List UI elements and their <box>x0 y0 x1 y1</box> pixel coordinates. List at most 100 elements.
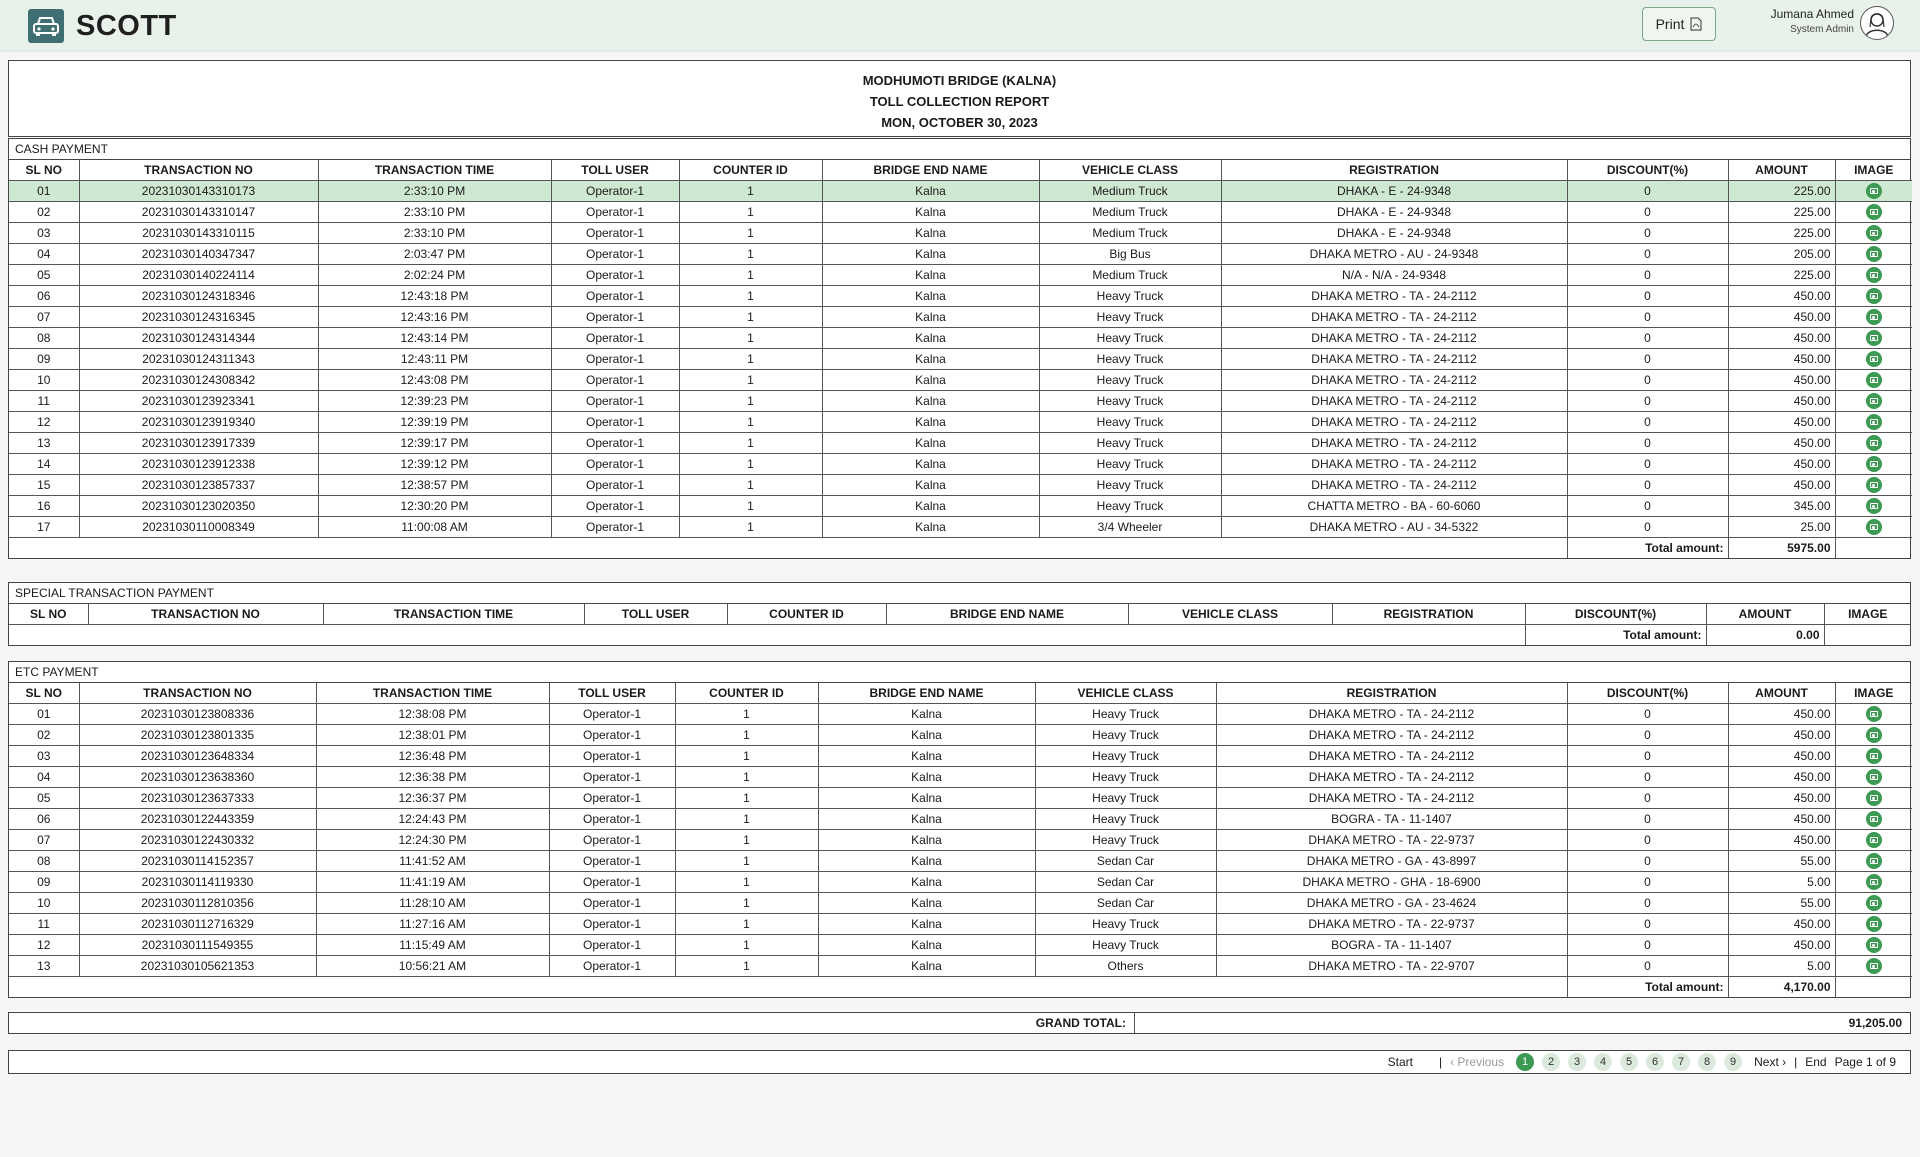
table-row[interactable]: 08 20231030124314344 12:43:14 PM Operator-1… <box>9 327 1912 349</box>
table-row[interactable]: 03 20231030123648334 12:36:48 PM Operator-1… <box>9 745 1912 767</box>
avatar[interactable] <box>1860 6 1894 40</box>
table-cell: 20231030123923341 <box>78 390 319 412</box>
table-row[interactable]: 05 20231030123637333 12:36:37 PM Operator-1… <box>9 787 1912 809</box>
pager-page[interactable]: 3 <box>1568 1053 1587 1071</box>
table-cell: 0 <box>1566 285 1729 307</box>
image-icon[interactable] <box>1865 456 1882 472</box>
table-row[interactable]: 01 20231030123808336 12:38:08 PM Operator-1… <box>9 703 1912 725</box>
pager-page[interactable]: 4 <box>1594 1053 1613 1071</box>
image-icon[interactable] <box>1865 204 1882 220</box>
table-row[interactable]: 13 20231030105621353 10:56:21 AM Operator-1… <box>9 955 1912 977</box>
table-cell: Heavy Truck <box>1038 453 1222 475</box>
image-icon[interactable] <box>1865 937 1882 953</box>
pager-previous[interactable]: ‹ Previous <box>1450 1055 1504 1069</box>
image-icon[interactable] <box>1865 727 1882 743</box>
image-icon[interactable] <box>1865 519 1882 535</box>
table-cell: 1 <box>678 453 823 475</box>
table-cell: Sedan Car <box>1034 892 1217 914</box>
image-icon[interactable] <box>1865 393 1882 409</box>
table-row[interactable]: 07 20231030122430332 12:24:30 PM Operator-1… <box>9 829 1912 851</box>
table-row[interactable]: 02 20231030143310147 2:33:10 PM Operator-1 1… <box>9 201 1912 223</box>
image-icon[interactable] <box>1865 748 1882 764</box>
image-icon[interactable] <box>1865 225 1882 241</box>
table-row[interactable]: 08 20231030114152357 11:41:52 AM Operator-1… <box>9 850 1912 872</box>
image-icon[interactable] <box>1865 811 1882 827</box>
table-row[interactable]: 13 20231030123917339 12:39:17 PM Operator-1… <box>9 432 1912 454</box>
table-row[interactable]: 15 20231030123857337 12:38:57 PM Operator-1… <box>9 474 1912 496</box>
pager-page[interactable]: 7 <box>1672 1053 1691 1071</box>
pager-page[interactable]: 2 <box>1542 1053 1561 1071</box>
table-row[interactable]: 10 20231030124308342 12:43:08 PM Operator-1… <box>9 369 1912 391</box>
pager-page[interactable]: 5 <box>1620 1053 1639 1071</box>
table-cell: Kalna <box>821 390 1040 412</box>
column-header: VEHICLE CLASS <box>1038 160 1222 181</box>
image-icon[interactable] <box>1865 330 1882 346</box>
image-icon[interactable] <box>1865 895 1882 911</box>
image-icon[interactable] <box>1865 477 1882 493</box>
image-icon[interactable] <box>1865 769 1882 785</box>
table-row[interactable]: 07 20231030124316345 12:43:16 PM Operator-1… <box>9 306 1912 328</box>
image-icon[interactable] <box>1865 706 1882 722</box>
table-row[interactable]: 04 20231030123638360 12:36:38 PM Operator-1… <box>9 766 1912 788</box>
pager-end[interactable]: End <box>1805 1055 1826 1069</box>
image-icon[interactable] <box>1865 351 1882 367</box>
table-cell: 0 <box>1566 892 1729 914</box>
image-icon[interactable] <box>1865 874 1882 890</box>
table-row[interactable]: 11 20231030112716329 11:27:16 AM Operator-1… <box>9 913 1912 935</box>
image-icon[interactable] <box>1865 958 1882 974</box>
pager-next[interactable]: Next › <box>1754 1055 1786 1069</box>
pager-page[interactable]: 1 <box>1516 1053 1535 1071</box>
brand[interactable]: SCOTT <box>28 9 177 43</box>
table-cell: 0 <box>1566 829 1729 851</box>
table-row[interactable]: 09 20231030114119330 11:41:19 AM Operator-1… <box>9 871 1912 893</box>
table-cell: 450.00 <box>1727 913 1836 935</box>
table-cell: 14 <box>9 453 80 475</box>
table-cell: 450.00 <box>1727 390 1836 412</box>
table-row[interactable]: 17 20231030110008349 11:00:08 AM Operator-1… <box>9 516 1912 538</box>
table-row[interactable]: 11 20231030123923341 12:39:23 PM Operator-1… <box>9 390 1912 412</box>
image-icon[interactable] <box>1865 916 1882 932</box>
table-row[interactable]: 10 20231030112810356 11:28:10 AM Operator-1… <box>9 892 1912 914</box>
table-row[interactable]: 09 20231030124311343 12:43:11 PM Operator-1… <box>9 348 1912 370</box>
table-cell: Kalna <box>817 892 1036 914</box>
table-cell: DHAKA - E - 24-9348 <box>1220 180 1568 202</box>
image-icon[interactable] <box>1865 288 1882 304</box>
table-row[interactable]: 16 20231030123020350 12:30:20 PM Operator-1… <box>9 495 1912 517</box>
table-row[interactable]: 12 20231030111549355 11:15:49 AM Operator-1… <box>9 934 1912 956</box>
pager-page[interactable]: 8 <box>1698 1053 1717 1071</box>
image-icon[interactable] <box>1865 790 1882 806</box>
image-icon[interactable] <box>1865 267 1882 283</box>
table-row[interactable]: 14 20231030123912338 12:39:12 PM Operator-1… <box>9 453 1912 475</box>
table-cell: 0 <box>1566 264 1729 286</box>
table-row[interactable]: 12 20231030123919340 12:39:19 PM Operator-1… <box>9 411 1912 433</box>
table-cell: 1 <box>678 327 823 349</box>
table-cell: 0 <box>1566 201 1729 223</box>
image-icon[interactable] <box>1865 414 1882 430</box>
table-row[interactable]: 01 20231030143310173 2:33:10 PM Operator-1 1… <box>9 180 1912 202</box>
image-icon[interactable] <box>1865 853 1882 869</box>
column-header: IMAGE <box>1834 160 1912 181</box>
table-header: SL NO TRANSACTION NO TRANSACTION TIME TOLL … <box>9 683 1912 704</box>
image-icon[interactable] <box>1865 246 1882 262</box>
table-row[interactable]: 05 20231030140224114 2:02:24 PM Operator-1 1… <box>9 264 1912 286</box>
column-header: DISCOUNT(%) <box>1566 160 1729 181</box>
table-cell: Operator-1 <box>550 432 680 454</box>
table-row[interactable]: 03 20231030143310115 2:33:10 PM Operator-1 1… <box>9 222 1912 244</box>
table-row[interactable]: 02 20231030123801335 12:38:01 PM Operator-1… <box>9 724 1912 746</box>
image-icon[interactable] <box>1865 832 1882 848</box>
pager-page[interactable]: 6 <box>1646 1053 1665 1071</box>
print-button[interactable]: Print <box>1642 7 1716 41</box>
column-header: AMOUNT <box>1727 683 1836 704</box>
image-icon[interactable] <box>1865 309 1882 325</box>
table-row[interactable]: 06 20231030122443359 12:24:43 PM Operator-1… <box>9 808 1912 830</box>
image-icon[interactable] <box>1865 372 1882 388</box>
image-icon[interactable] <box>1865 435 1882 451</box>
image-icon[interactable] <box>1865 498 1882 514</box>
table-row[interactable]: 04 20231030140347347 2:03:47 PM Operator-1 1… <box>9 243 1912 265</box>
table-cell: 1 <box>674 913 819 935</box>
image-icon[interactable] <box>1865 183 1882 199</box>
pager-page[interactable]: 9 <box>1724 1053 1743 1071</box>
total-amount: 0.00 <box>1705 624 1825 645</box>
pager-start[interactable]: Start <box>1388 1055 1413 1069</box>
table-row[interactable]: 06 20231030124318346 12:43:18 PM Operator-1… <box>9 285 1912 307</box>
